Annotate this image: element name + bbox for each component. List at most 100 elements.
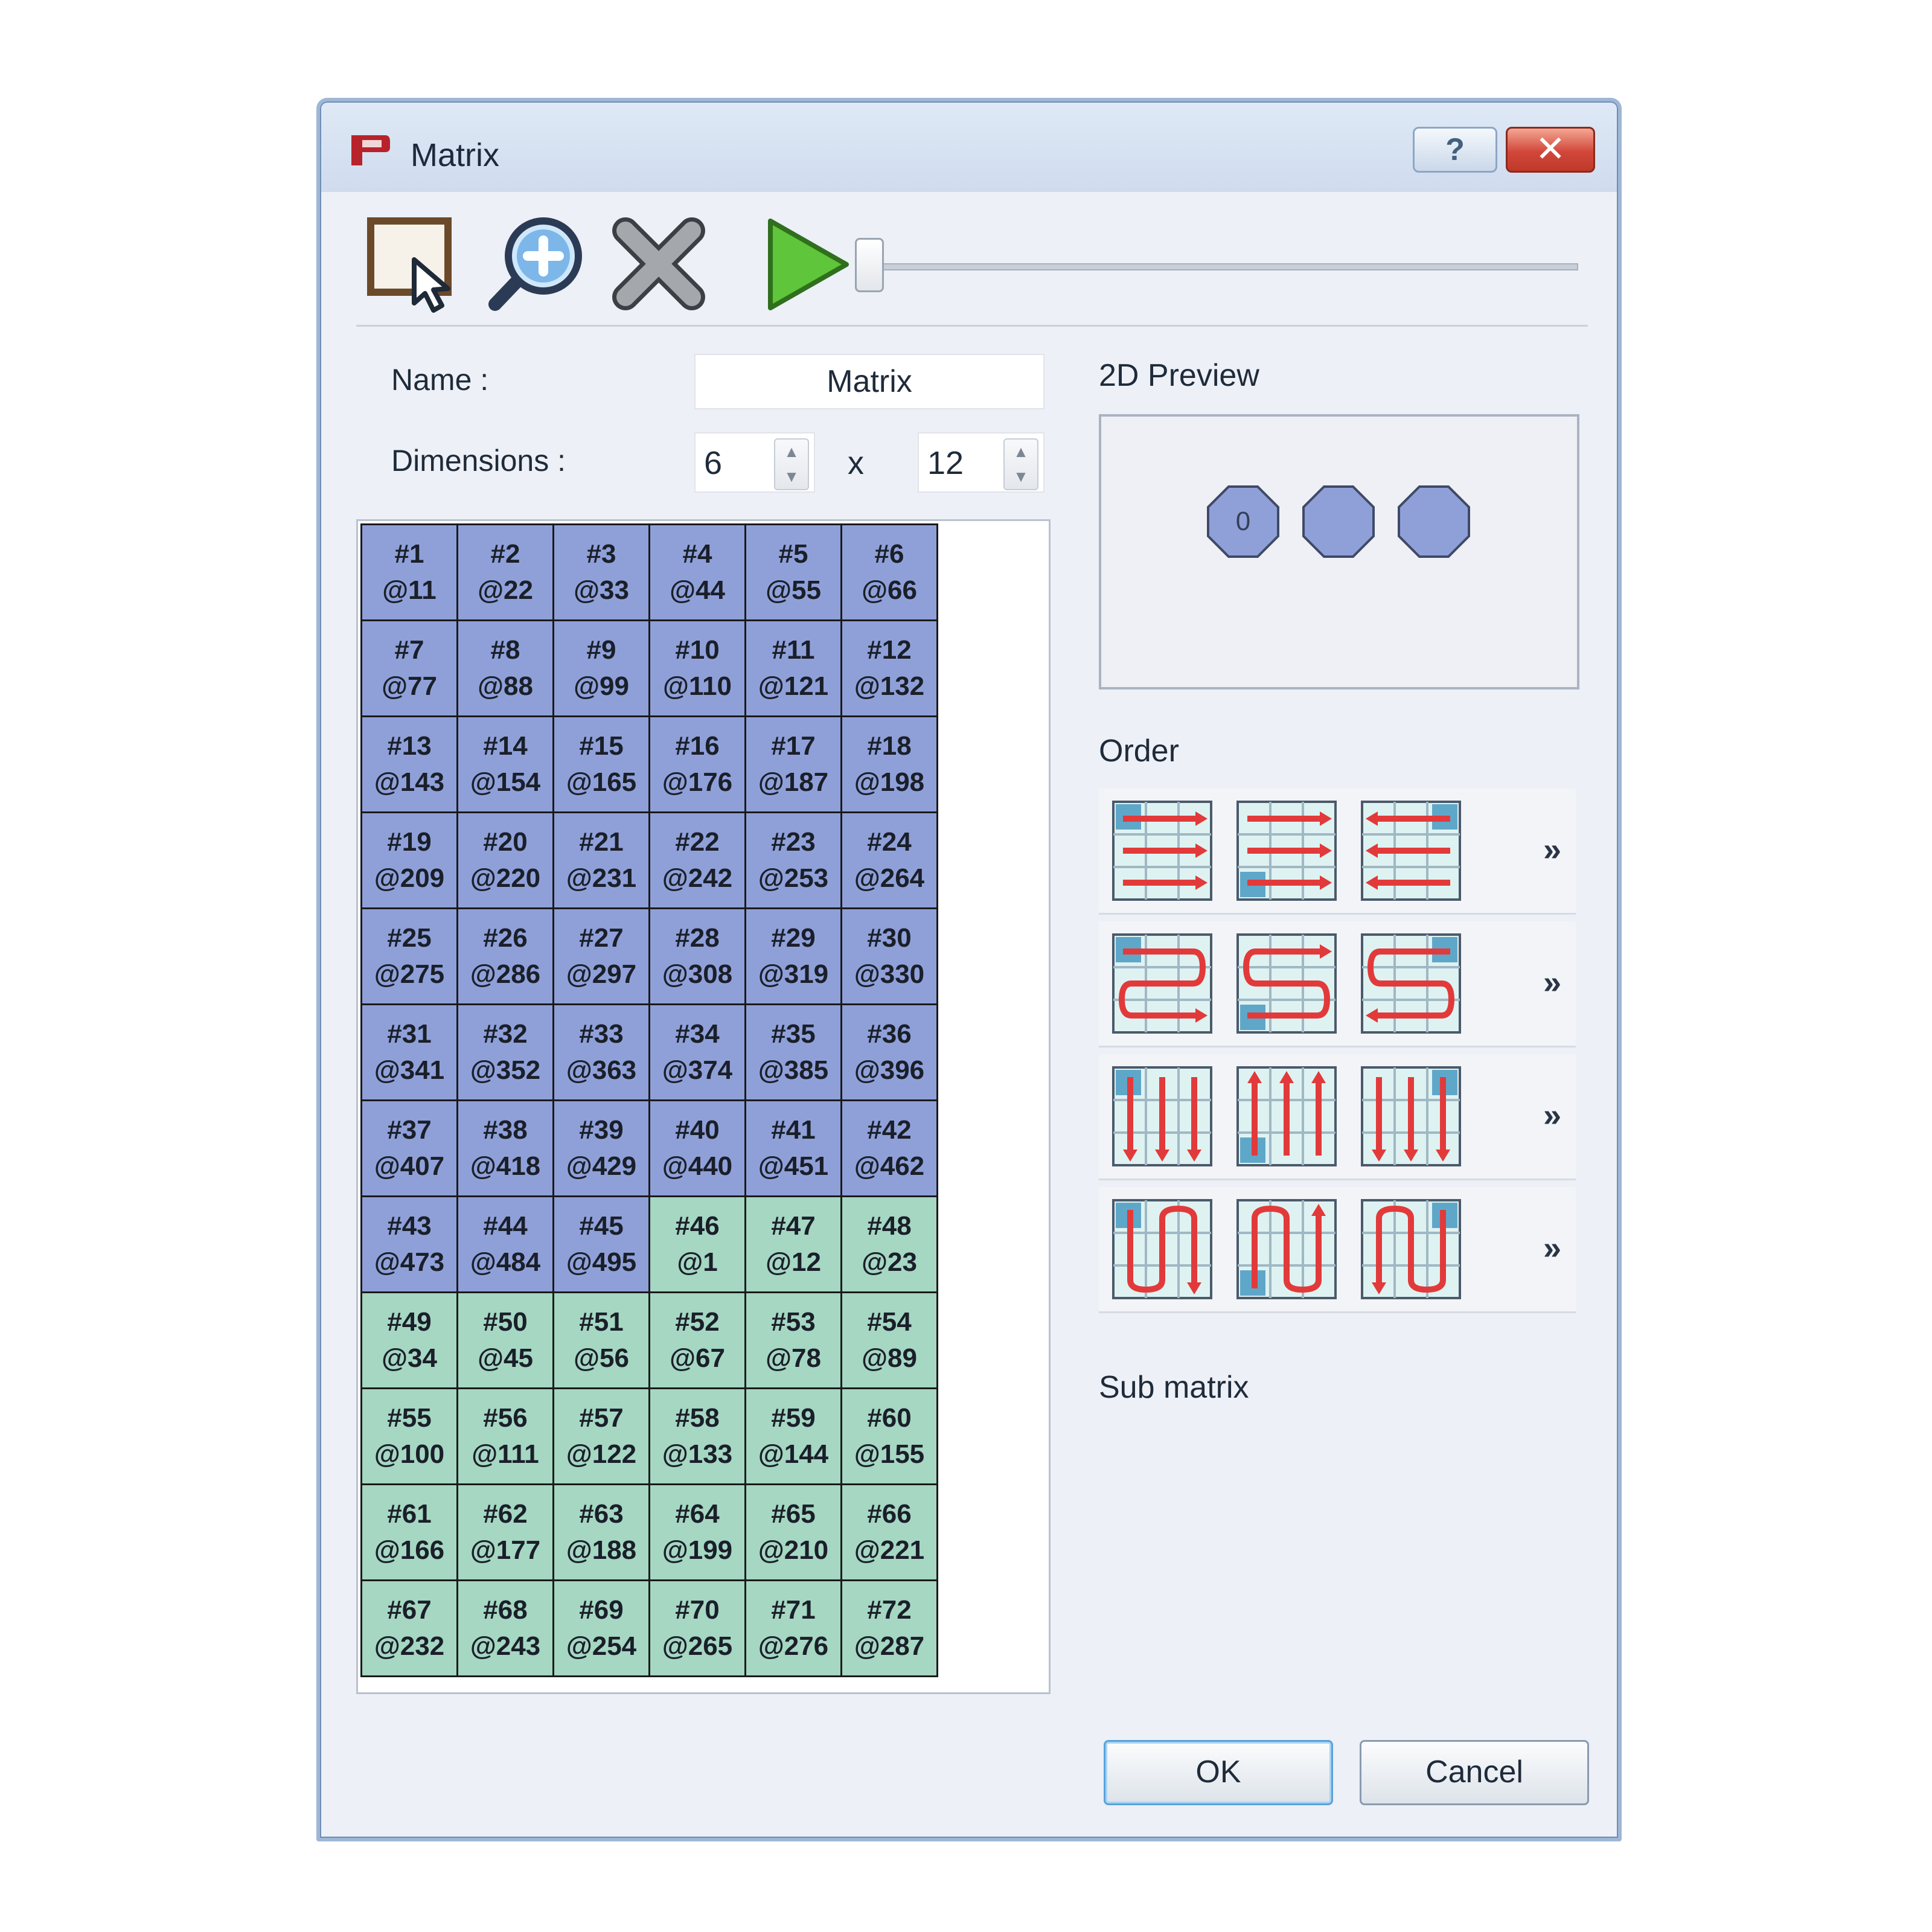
matrix-cell[interactable]: #28 @308 [650, 909, 744, 1003]
matrix-cell[interactable]: #15 @165 [554, 717, 648, 811]
matrix-cell[interactable]: #64 @199 [650, 1485, 744, 1579]
order-rows-right-icon[interactable] [1360, 799, 1462, 902]
matrix-cell[interactable]: #43 @473 [362, 1197, 456, 1291]
matrix-cell[interactable]: #34 @374 [650, 1005, 744, 1099]
matrix-cell[interactable]: #46 @1 [650, 1197, 744, 1291]
spin-arrows-y[interactable]: ▲ ▼ [1003, 438, 1038, 490]
matrix-cell[interactable]: #37 @407 [362, 1101, 456, 1195]
matrix-cell[interactable]: #63 @188 [554, 1485, 648, 1579]
order-rows-bottom-icon[interactable] [1235, 799, 1338, 902]
matrix-cell[interactable]: #2 @22 [458, 525, 552, 619]
matrix-cell[interactable]: #54 @89 [842, 1293, 936, 1387]
cancel-button[interactable]: Cancel [1360, 1740, 1589, 1805]
matrix-cell[interactable]: #66 @221 [842, 1485, 936, 1579]
matrix-cell[interactable]: #17 @187 [746, 717, 840, 811]
matrix-cell[interactable]: #10 @110 [650, 621, 744, 715]
matrix-cell[interactable]: #1 @11 [362, 525, 456, 619]
order-columns-right-icon[interactable] [1360, 1065, 1462, 1168]
slider-thumb[interactable] [855, 238, 884, 292]
order-more-button[interactable]: » [1543, 1229, 1561, 1267]
dimension-y-spinbox[interactable]: 12 ▲ ▼ [918, 432, 1044, 493]
matrix-cell[interactable]: #16 @176 [650, 717, 744, 811]
matrix-cell[interactable]: #56 @111 [458, 1389, 552, 1483]
matrix-cell[interactable]: #11 @121 [746, 621, 840, 715]
order-column-snake-bottom-icon[interactable] [1235, 1198, 1338, 1300]
spin-down-icon[interactable]: ▼ [1005, 464, 1037, 489]
matrix-cell[interactable]: #72 @287 [842, 1581, 936, 1675]
matrix-cell[interactable]: #18 @198 [842, 717, 936, 811]
play-icon[interactable] [755, 213, 857, 315]
matrix-cell[interactable]: #13 @143 [362, 717, 456, 811]
matrix-cell[interactable]: #24 @264 [842, 813, 936, 907]
matrix-cell[interactable]: #32 @352 [458, 1005, 552, 1099]
order-more-button[interactable]: » [1543, 831, 1561, 868]
matrix-cell[interactable]: #58 @133 [650, 1389, 744, 1483]
order-column-snake-right-icon[interactable] [1360, 1198, 1462, 1300]
matrix-cell[interactable]: #35 @385 [746, 1005, 840, 1099]
matrix-cell[interactable]: #9 @99 [554, 621, 648, 715]
matrix-cell[interactable]: #71 @276 [746, 1581, 840, 1675]
matrix-cell[interactable]: #21 @231 [554, 813, 648, 907]
matrix-cell[interactable]: #57 @122 [554, 1389, 648, 1483]
matrix-cell[interactable]: #38 @418 [458, 1101, 552, 1195]
matrix-cell[interactable]: #36 @396 [842, 1005, 936, 1099]
matrix-cell[interactable]: #30 @330 [842, 909, 936, 1003]
matrix-cell[interactable]: #70 @265 [650, 1581, 744, 1675]
spin-up-icon[interactable]: ▲ [1005, 440, 1037, 464]
matrix-cell[interactable]: #5 @55 [746, 525, 840, 619]
matrix-cell[interactable]: #44 @484 [458, 1197, 552, 1291]
matrix-cell[interactable]: #8 @88 [458, 621, 552, 715]
select-area-icon[interactable] [362, 213, 465, 315]
matrix-cell[interactable]: #45 @495 [554, 1197, 648, 1291]
matrix-cell[interactable]: #39 @429 [554, 1101, 648, 1195]
order-snake-bottom-icon[interactable] [1235, 932, 1338, 1035]
matrix-cell[interactable]: #3 @33 [554, 525, 648, 619]
matrix-cell[interactable]: #4 @44 [650, 525, 744, 619]
delete-icon[interactable] [607, 213, 710, 315]
matrix-cell[interactable]: #69 @254 [554, 1581, 648, 1675]
spin-arrows-x[interactable]: ▲ ▼ [774, 438, 809, 490]
matrix-cell[interactable]: #40 @440 [650, 1101, 744, 1195]
matrix-cell[interactable]: #65 @210 [746, 1485, 840, 1579]
matrix-cell[interactable]: #42 @462 [842, 1101, 936, 1195]
matrix-cell[interactable]: #49 @34 [362, 1293, 456, 1387]
order-more-button[interactable]: » [1543, 964, 1561, 1001]
matrix-cell[interactable]: #12 @132 [842, 621, 936, 715]
matrix-cell[interactable]: #31 @341 [362, 1005, 456, 1099]
ok-button[interactable]: OK [1104, 1740, 1333, 1805]
matrix-cell[interactable]: #55 @100 [362, 1389, 456, 1483]
matrix-cell[interactable]: #20 @220 [458, 813, 552, 907]
matrix-cell[interactable]: #7 @77 [362, 621, 456, 715]
matrix-cell[interactable]: #27 @297 [554, 909, 648, 1003]
slider-track[interactable] [869, 263, 1578, 270]
matrix-cell[interactable]: #60 @155 [842, 1389, 936, 1483]
help-button[interactable]: ? [1413, 127, 1497, 173]
matrix-cell[interactable]: #53 @78 [746, 1293, 840, 1387]
matrix-cell[interactable]: #68 @243 [458, 1581, 552, 1675]
matrix-cell[interactable]: #59 @144 [746, 1389, 840, 1483]
matrix-cell[interactable]: #47 @12 [746, 1197, 840, 1291]
matrix-cell[interactable]: #23 @253 [746, 813, 840, 907]
spin-up-icon[interactable]: ▲ [775, 440, 808, 464]
matrix-cell[interactable]: #62 @177 [458, 1485, 552, 1579]
matrix-cell[interactable]: #52 @67 [650, 1293, 744, 1387]
title-bar[interactable]: Matrix ? ✕ [320, 101, 1618, 192]
order-rows-icon[interactable] [1111, 799, 1214, 902]
zoom-in-icon[interactable] [483, 213, 586, 315]
name-input[interactable]: Matrix [694, 354, 1044, 409]
matrix-cell[interactable]: #50 @45 [458, 1293, 552, 1387]
order-columns-icon[interactable] [1111, 1065, 1214, 1168]
matrix-cell[interactable]: #48 @23 [842, 1197, 936, 1291]
matrix-cell[interactable]: #25 @275 [362, 909, 456, 1003]
matrix-cell[interactable]: #41 @451 [746, 1101, 840, 1195]
matrix-cell[interactable]: #29 @319 [746, 909, 840, 1003]
matrix-cell[interactable]: #14 @154 [458, 717, 552, 811]
order-column-snake-icon[interactable] [1111, 1198, 1214, 1300]
order-snake-right-icon[interactable] [1360, 932, 1462, 1035]
matrix-cell[interactable]: #33 @363 [554, 1005, 648, 1099]
close-button[interactable]: ✕ [1506, 127, 1595, 173]
matrix-cell[interactable]: #6 @66 [842, 525, 936, 619]
matrix-cell[interactable]: #22 @242 [650, 813, 744, 907]
matrix-cell[interactable]: #61 @166 [362, 1485, 456, 1579]
dimension-x-spinbox[interactable]: 6 ▲ ▼ [694, 432, 815, 493]
